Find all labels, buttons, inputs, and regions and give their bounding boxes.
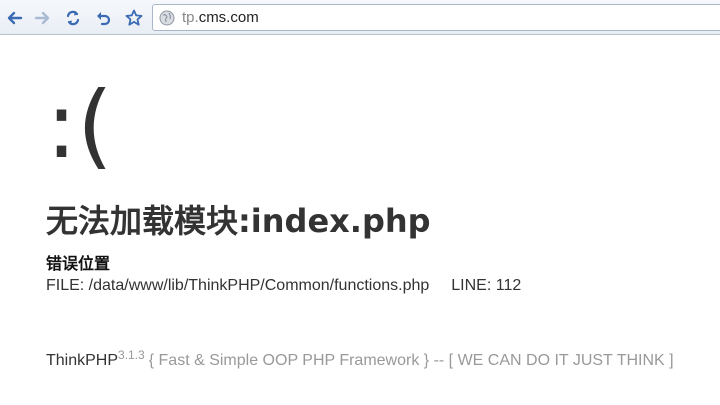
sad-face: :( xyxy=(46,72,113,179)
url-subdomain: tp. xyxy=(182,9,199,26)
framework-footer: ThinkPHP3.1.3{ Fast & Simple OOP PHP Fra… xyxy=(46,348,674,370)
bookmark-button[interactable] xyxy=(123,7,145,29)
forward-button[interactable] xyxy=(31,7,53,29)
globe-icon xyxy=(159,10,175,25)
undo-button[interactable] xyxy=(92,7,114,29)
framework-tagline: { Fast & Simple OOP PHP Framework } -- [… xyxy=(148,352,674,369)
url-domain: cms.com xyxy=(198,9,259,26)
browser-toolbar: tp.cms.com xyxy=(0,0,720,35)
error-location: FILE: /data/www/lib/ThinkPHP/Common/func… xyxy=(46,277,521,295)
address-url: tp.cms.com xyxy=(182,9,259,26)
framework-brand-link[interactable]: ThinkPHP xyxy=(46,352,118,369)
reload-icon xyxy=(66,10,80,26)
error-line: LINE: 112 xyxy=(451,277,522,294)
error-title: 无法加载模块:index.php xyxy=(46,202,431,240)
address-bar[interactable]: tp.cms.com xyxy=(152,4,720,31)
error-location-heading: 错误位置 xyxy=(46,254,111,273)
error-file: FILE: /data/www/lib/ThinkPHP/Common/func… xyxy=(46,277,430,294)
forward-arrow-icon xyxy=(34,11,50,25)
back-button[interactable] xyxy=(4,7,26,29)
undo-icon xyxy=(97,12,111,26)
reload-button[interactable] xyxy=(62,7,84,29)
back-arrow-icon xyxy=(7,11,23,25)
framework-version: 3.1.3 xyxy=(118,348,145,362)
star-icon xyxy=(125,9,143,26)
